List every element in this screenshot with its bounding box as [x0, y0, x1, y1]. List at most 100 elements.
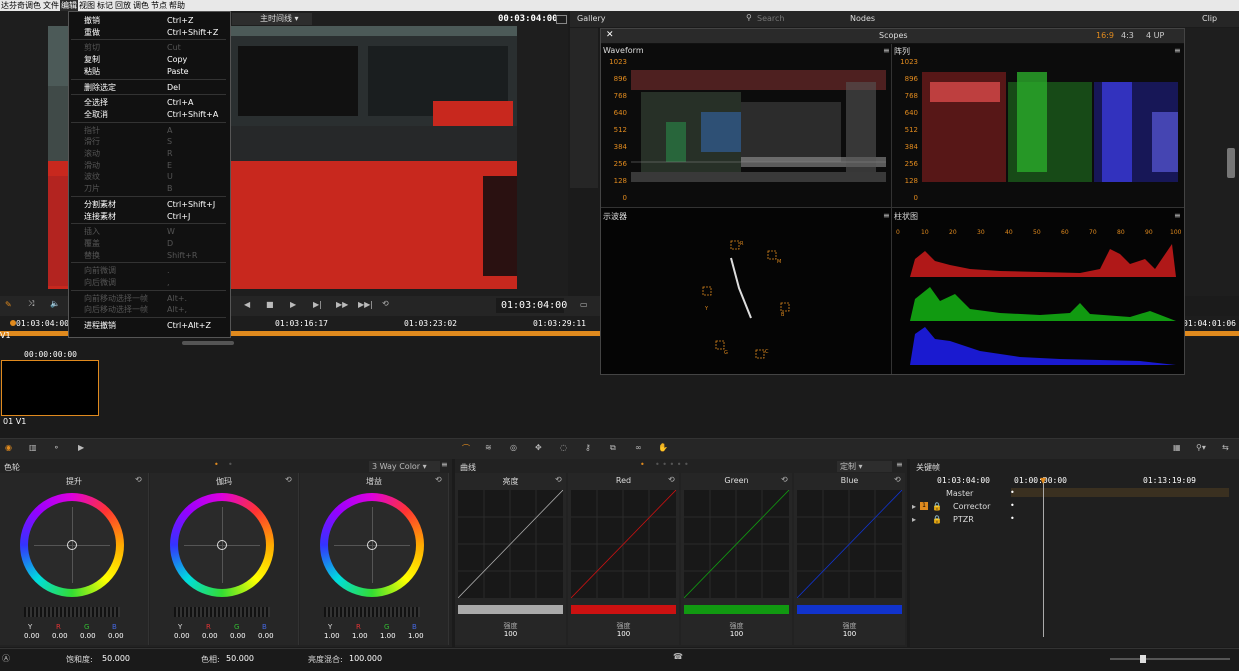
- loop-icon[interactable]: ⟲: [382, 299, 389, 308]
- window-shape-icon[interactable]: ◎: [510, 443, 517, 452]
- channel-value[interactable]: 0.00: [80, 632, 96, 640]
- channel-value[interactable]: 0.00: [258, 632, 274, 640]
- lock-toggle[interactable]: 1: [920, 502, 928, 510]
- node-handle[interactable]: [1227, 148, 1235, 178]
- play-reverse-icon[interactable]: ◀: [244, 300, 250, 309]
- timeline-scrollbar[interactable]: [182, 341, 234, 345]
- menu-icon[interactable]: ≡: [1174, 46, 1181, 55]
- wheel-center-handle[interactable]: [367, 540, 377, 550]
- hand-icon[interactable]: ✋: [658, 443, 668, 452]
- close-icon[interactable]: ✕: [606, 30, 614, 40]
- keyframe-row-ptzr[interactable]: PTZR: [953, 515, 974, 524]
- curves-icon[interactable]: ⌒: [462, 443, 470, 454]
- curve-preset-select[interactable]: 定制 ▾: [837, 461, 892, 472]
- channel-value[interactable]: 0.00: [174, 632, 190, 640]
- stereo-icon[interactable]: ∞: [635, 443, 642, 452]
- menu-edit[interactable]: 编辑: [60, 0, 78, 11]
- camera-raw-icon[interactable]: ☎: [673, 652, 683, 661]
- edit-menu-item[interactable]: 进程撤销 Ctrl+Alt+Z: [84, 320, 224, 331]
- page-dot[interactable]: •: [214, 460, 219, 469]
- clip-select[interactable]: Clip: [1202, 14, 1217, 23]
- edit-menu-item[interactable]: 分割素材 Ctrl+Shift+J: [84, 199, 224, 210]
- menu-color[interactable]: 调色: [132, 0, 150, 11]
- viewer-options-icon[interactable]: [556, 15, 567, 24]
- edit-menu-item[interactable]: 复制 Copy: [84, 54, 224, 65]
- pencil-icon[interactable]: ✎: [5, 300, 12, 309]
- camera-icon[interactable]: ▶: [78, 443, 84, 452]
- gallery-label[interactable]: Gallery: [577, 14, 606, 23]
- zoom-slider-handle[interactable]: [1140, 655, 1146, 663]
- reset-icon[interactable]: ⟲: [781, 475, 788, 484]
- keyframe-dot[interactable]: •: [1010, 501, 1015, 510]
- page-dot[interactable]: •: [640, 460, 645, 469]
- keyframe-row-master[interactable]: Master: [946, 489, 973, 498]
- master-wheel-slider[interactable]: [174, 607, 270, 617]
- intensity-value[interactable]: 100: [455, 630, 566, 638]
- channel-value[interactable]: 0.00: [52, 632, 68, 640]
- channel-value[interactable]: 1.00: [352, 632, 368, 640]
- reset-icon[interactable]: ⟲: [135, 475, 142, 484]
- intensity-value[interactable]: 100: [568, 630, 679, 638]
- playhead[interactable]: [10, 320, 16, 326]
- edit-menu-item[interactable]: 连接素材 Ctrl+J: [84, 211, 224, 222]
- skip-end-icon[interactable]: ▶▶|: [358, 300, 373, 309]
- lock-icon[interactable]: 🔒: [932, 502, 942, 511]
- playhead-marker-icon[interactable]: ▼: [1040, 476, 1046, 485]
- menu-playback[interactable]: 回放: [114, 0, 132, 11]
- intensity-value[interactable]: 100: [681, 630, 792, 638]
- keyframe-dot[interactable]: •: [1010, 514, 1015, 523]
- auto-icon[interactable]: Ⓐ: [2, 653, 10, 664]
- tracker-icon[interactable]: ✥: [535, 443, 542, 452]
- curve-graph[interactable]: [571, 490, 676, 598]
- menu-mark[interactable]: 标记: [96, 0, 114, 11]
- expand-arrow-icon[interactable]: ▸: [912, 515, 916, 524]
- edit-menu-item[interactable]: 全选择 Ctrl+A: [84, 97, 224, 108]
- master-wheel-slider[interactable]: [324, 607, 420, 617]
- color-wheel-icon[interactable]: ◉: [5, 443, 12, 452]
- keyframe-dot[interactable]: •: [1010, 488, 1015, 497]
- menu-icon[interactable]: ≡: [883, 211, 890, 220]
- menu-nodes[interactable]: 节点: [150, 0, 168, 11]
- curve-color-bar[interactable]: [684, 605, 789, 614]
- reset-icon[interactable]: ⟲: [668, 475, 675, 484]
- channel-value[interactable]: 0.00: [24, 632, 40, 640]
- wheel-center-handle[interactable]: [217, 540, 227, 550]
- page-dot[interactable]: • • • • •: [655, 460, 689, 469]
- search-icon[interactable]: ⚲▾: [1196, 443, 1206, 452]
- menu-app[interactable]: 达芬奇调色: [0, 0, 42, 11]
- key-icon[interactable]: ⚷: [585, 443, 591, 452]
- menu-icon[interactable]: ≡: [1174, 211, 1181, 220]
- lock-icon[interactable]: 🔒: [932, 515, 942, 524]
- window-icon[interactable]: ▭: [580, 300, 588, 309]
- curve-color-bar[interactable]: [797, 605, 902, 614]
- reset-icon[interactable]: ⟲: [555, 475, 562, 484]
- reset-icon[interactable]: ⟲: [435, 475, 442, 484]
- channel-value[interactable]: 0.00: [202, 632, 218, 640]
- bars-icon[interactable]: ▥: [29, 443, 37, 452]
- lum-mix-value[interactable]: 100.000: [349, 654, 382, 663]
- play-icon[interactable]: ▶: [290, 300, 296, 309]
- nodes-label[interactable]: Nodes: [850, 14, 875, 23]
- curve-graph[interactable]: [458, 490, 563, 598]
- channel-value[interactable]: 1.00: [380, 632, 396, 640]
- menu-icon[interactable]: ≡: [441, 460, 448, 469]
- wheel-center-handle[interactable]: [67, 540, 77, 550]
- shuffle-icon[interactable]: ⤨: [28, 299, 34, 309]
- expand-arrow-icon[interactable]: ▸: [912, 502, 916, 511]
- channel-value[interactable]: 1.00: [408, 632, 424, 640]
- next-frame-icon[interactable]: ▶|: [313, 300, 322, 309]
- edit-menu-item[interactable]: 粘贴 Paste: [84, 66, 224, 77]
- intensity-value[interactable]: 100: [794, 630, 905, 638]
- ratio-4-3[interactable]: 4:3: [1121, 31, 1134, 40]
- hue-value[interactable]: 50.000: [226, 654, 254, 663]
- volume-icon[interactable]: 🔈: [50, 299, 60, 308]
- saturation-value[interactable]: 50.000: [102, 654, 130, 663]
- sizing-icon[interactable]: ⧉: [610, 443, 616, 453]
- channel-value[interactable]: 0.00: [108, 632, 124, 640]
- fast-forward-icon[interactable]: ▶▶: [336, 300, 348, 309]
- wheel-mode-select[interactable]: 3 Way Color ▾: [369, 461, 440, 472]
- master-wheel-slider[interactable]: [24, 607, 120, 617]
- keyframe-row-corrector[interactable]: Corrector: [953, 502, 990, 511]
- zoom-slider[interactable]: [1110, 658, 1230, 660]
- reset-icon[interactable]: ⟲: [285, 475, 292, 484]
